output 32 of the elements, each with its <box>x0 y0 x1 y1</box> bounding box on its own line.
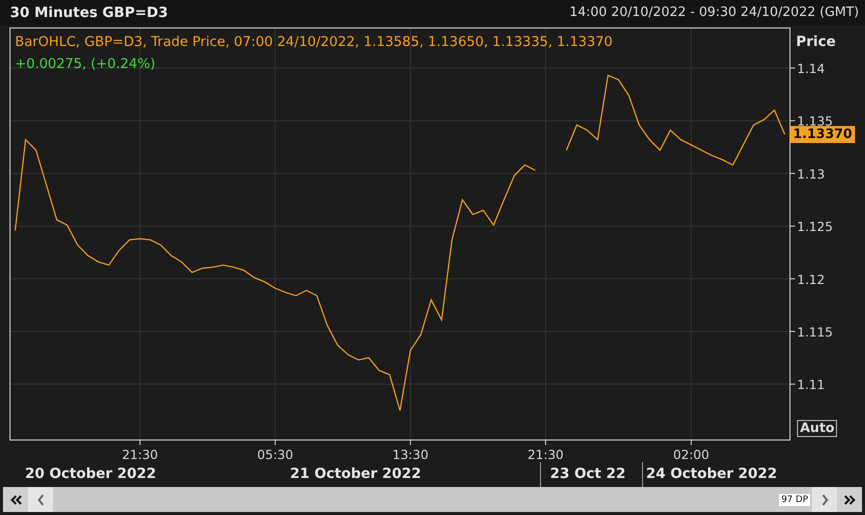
x-tick-label: 13:30 <box>392 447 428 462</box>
y-tick-label: 1.115 <box>797 324 833 340</box>
axis-title: Price <box>796 34 836 50</box>
auto-scale-button[interactable]: Auto <box>797 420 838 437</box>
x-tick-label: 21:30 <box>122 447 158 462</box>
x-tick-label: 05:30 <box>257 447 294 462</box>
y-tick-label: 1.135 <box>797 114 833 129</box>
date-label: 23 Oct 22 <box>550 466 626 482</box>
scroll-back-button[interactable] <box>28 487 53 512</box>
chevron-right-icon <box>820 492 830 506</box>
date-label: 24 October 2022 <box>646 466 778 482</box>
double-chevron-left-icon <box>8 494 22 506</box>
date-label: 21 October 2022 <box>290 466 422 482</box>
date-label: 20 October 2022 <box>25 466 156 482</box>
y-tick-label: 1.12 <box>797 272 825 287</box>
scroll-last-button[interactable] <box>837 487 862 512</box>
data-point-count: 97 DP <box>779 494 810 506</box>
double-chevron-right-icon <box>842 494 856 506</box>
x-tick-label: 02:00 <box>673 447 710 462</box>
last-price-tag: 1.13370 <box>790 126 856 143</box>
date-range: 14:00 20/10/2022 - 09:30 24/10/2022 (GMT) <box>569 5 859 20</box>
y-tick-label: 1.11 <box>797 377 825 392</box>
chevron-left-icon <box>36 492 46 506</box>
scroll-first-button[interactable] <box>3 487 28 512</box>
y-tick-label: 1.125 <box>797 219 833 234</box>
series-info: BarOHLC, GBP=D3, Trade Price, 07:00 24/10/2022, 1.13585, 1.13650, 1.13335, 1.13370 <box>15 33 613 52</box>
scroll-forward-button[interactable] <box>812 487 837 512</box>
y-tick-label: 1.13 <box>797 166 825 182</box>
x-tick-label: 21:30 <box>528 447 564 462</box>
price-change: +0.00275, (+0.24%) <box>15 55 156 74</box>
y-tick-label: 1.14 <box>797 61 825 76</box>
chart-title: 30 Minutes GBP=D3 <box>10 4 168 20</box>
